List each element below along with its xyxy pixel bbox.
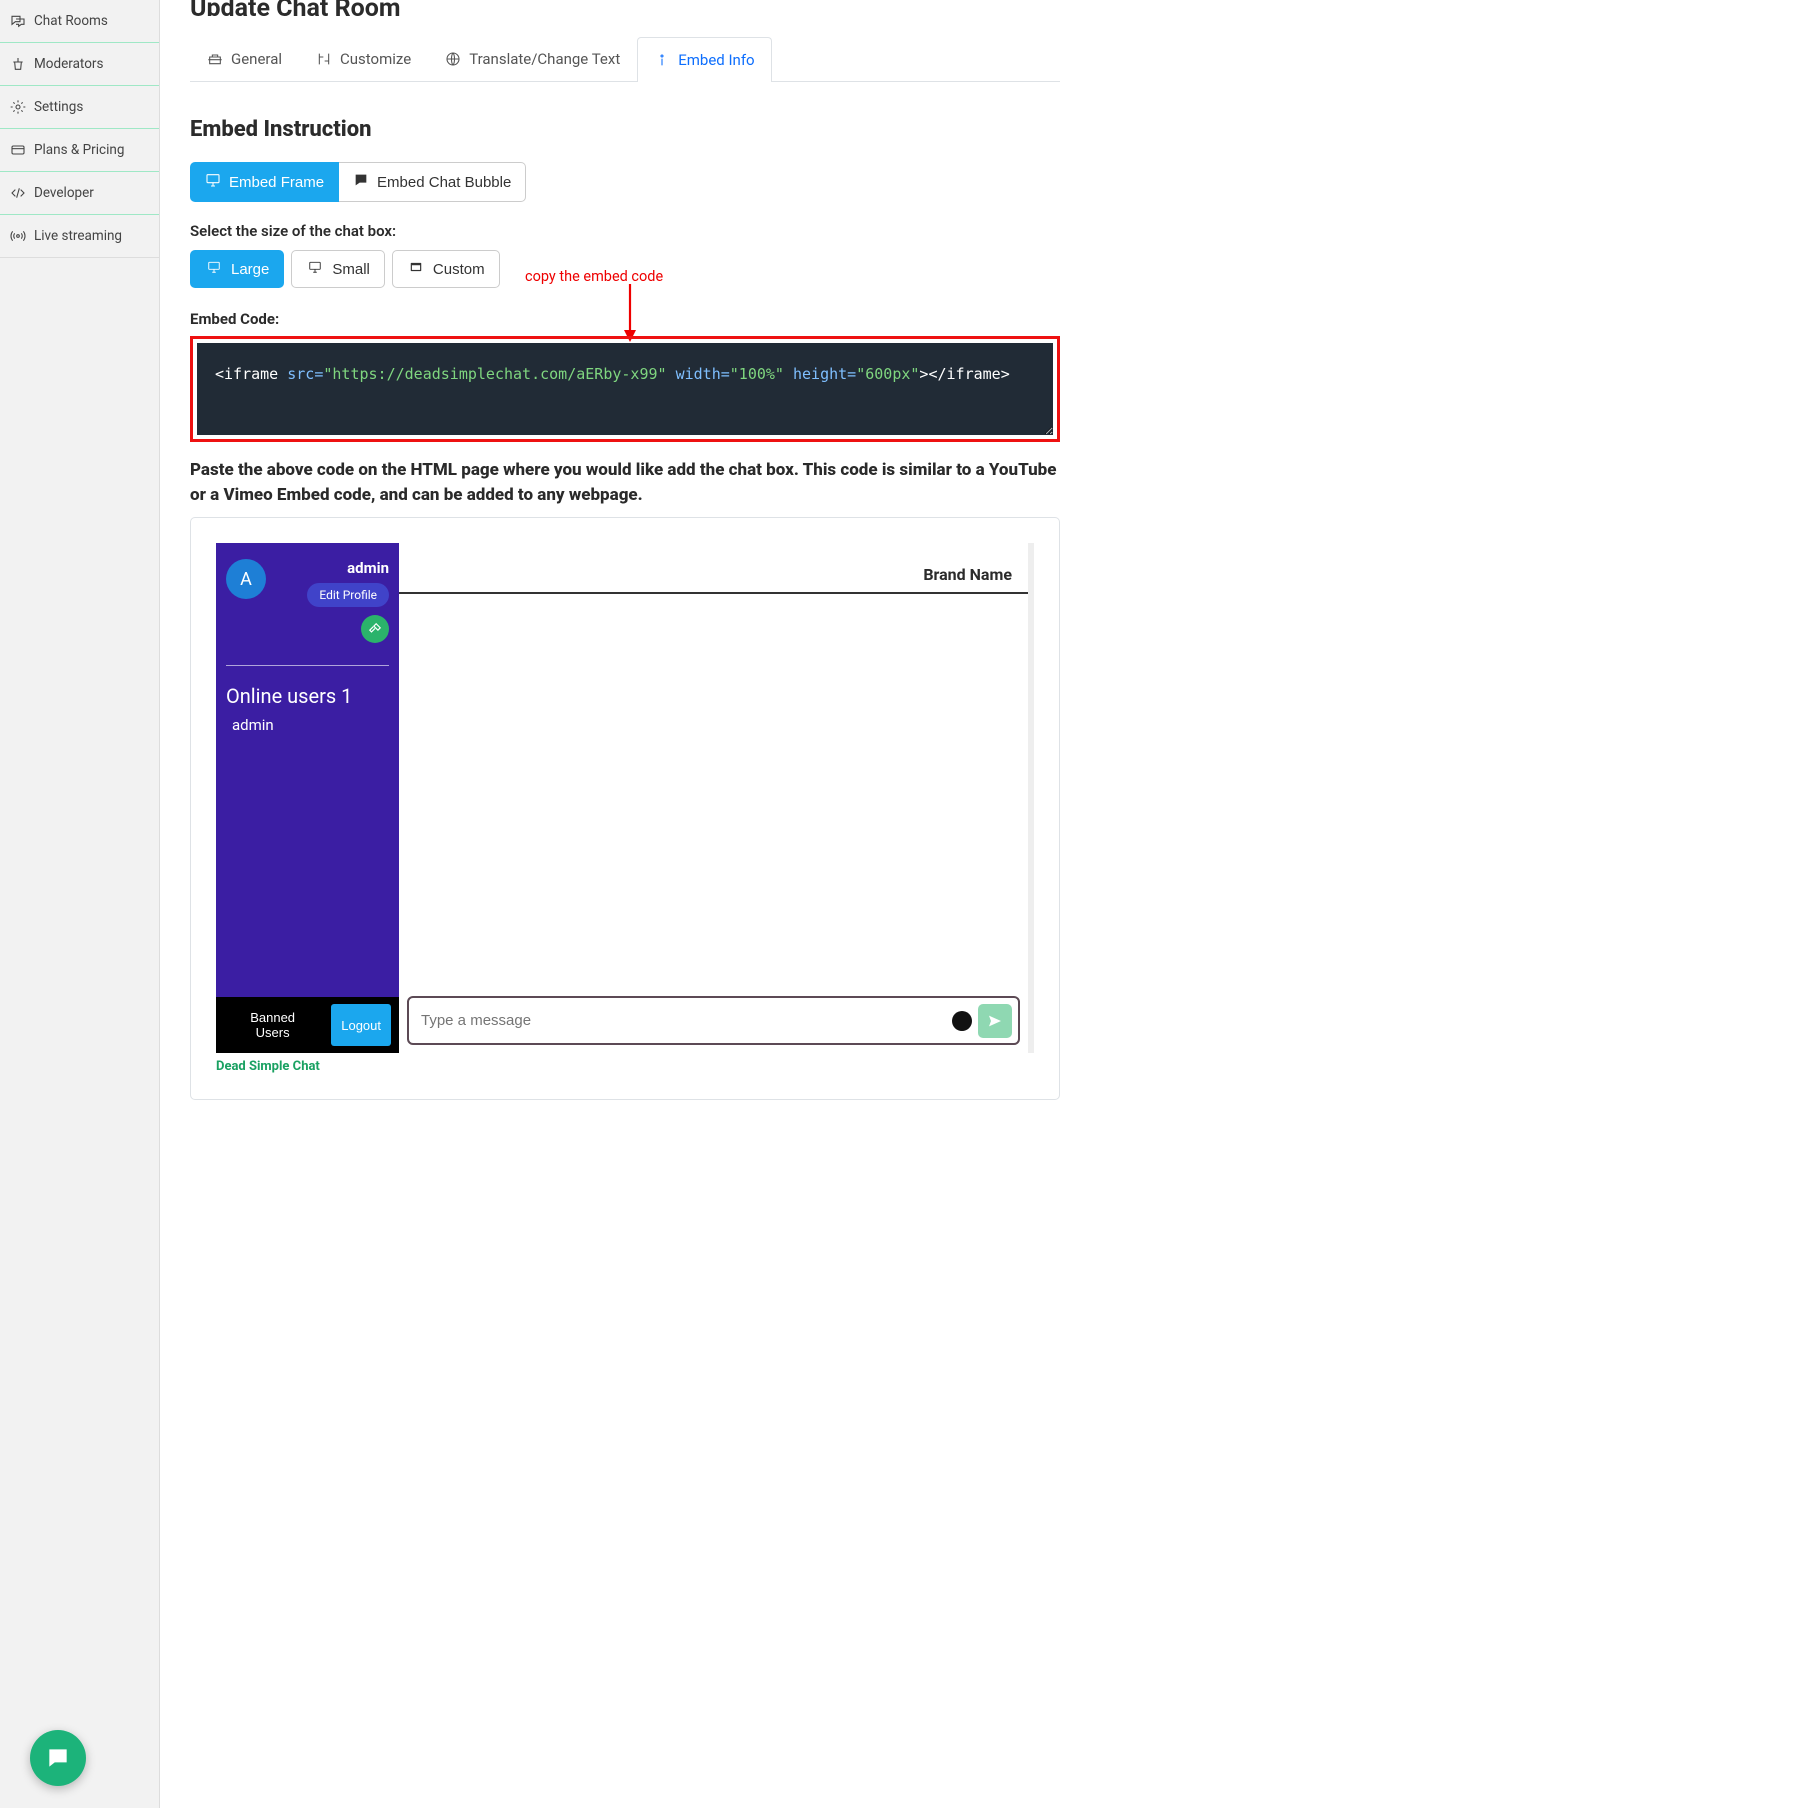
main-content: Update Chat Room General Customize Trans… bbox=[160, 0, 1080, 1808]
info-icon bbox=[654, 52, 670, 68]
edit-profile-button[interactable]: Edit Profile bbox=[307, 583, 389, 607]
sidebar-item-label: Developer bbox=[34, 185, 94, 201]
chat-frame: A admin Edit Profile Online users 1 admi… bbox=[216, 543, 1034, 1053]
tab-label: Translate/Change Text bbox=[469, 50, 620, 68]
monitor-icon bbox=[205, 260, 223, 278]
button-label: Large bbox=[231, 261, 269, 278]
live-icon bbox=[10, 228, 26, 244]
page-title: Update Chat Room bbox=[190, 0, 1060, 16]
embed-instruction-heading: Embed Instruction bbox=[190, 117, 1060, 142]
moderators-icon bbox=[10, 56, 26, 72]
monitor-icon bbox=[205, 172, 221, 192]
tabs: General Customize Translate/Change Text … bbox=[190, 36, 1060, 82]
embed-mode-group: Embed Frame Embed Chat Bubble bbox=[190, 162, 526, 202]
chat-bubble-icon bbox=[353, 172, 369, 192]
customize-icon bbox=[316, 51, 332, 67]
sidebar-item-plans[interactable]: Plans & Pricing bbox=[0, 129, 159, 172]
embed-instruction-text: Paste the above code on the HTML page wh… bbox=[190, 458, 1060, 507]
settings-icon bbox=[10, 99, 26, 115]
sidebar-item-label: Live streaming bbox=[34, 228, 122, 244]
sidebar-item-label: Plans & Pricing bbox=[34, 142, 124, 158]
embed-frame-button[interactable]: Embed Frame bbox=[190, 162, 339, 202]
tab-label: Embed Info bbox=[678, 51, 754, 69]
size-group: Large Small Custom bbox=[190, 250, 507, 288]
tab-general[interactable]: General bbox=[190, 36, 299, 81]
embed-bubble-button[interactable]: Embed Chat Bubble bbox=[339, 162, 526, 202]
avatar-letter: A bbox=[240, 569, 252, 590]
button-label: Custom bbox=[433, 261, 485, 278]
sidebar-item-settings[interactable]: Settings bbox=[0, 86, 159, 129]
window-icon bbox=[407, 260, 425, 278]
sidebar-item-developer[interactable]: Developer bbox=[0, 172, 159, 215]
tab-customize[interactable]: Customize bbox=[299, 36, 428, 81]
translate-icon bbox=[445, 51, 461, 67]
send-button[interactable] bbox=[978, 1004, 1012, 1038]
annotation-text: copy the embed code bbox=[525, 268, 663, 285]
size-small-button[interactable]: Small bbox=[291, 250, 385, 288]
brand-link[interactable]: Dead Simple Chat bbox=[216, 1059, 1034, 1074]
banned-users-button[interactable]: Banned Users bbox=[224, 1004, 321, 1046]
sidebar-item-moderators[interactable]: Moderators bbox=[0, 43, 159, 86]
chat-message-input[interactable] bbox=[415, 1002, 946, 1039]
chat-brand-title: Brand Name bbox=[399, 543, 1028, 594]
avatar: A bbox=[226, 559, 266, 599]
embed-code-textarea[interactable]: <iframe src="https://deadsimplechat.com/… bbox=[197, 343, 1053, 435]
logout-button[interactable]: Logout bbox=[331, 1004, 391, 1046]
emoji-icon[interactable] bbox=[952, 1011, 972, 1031]
chat-main: Brand Name bbox=[399, 543, 1028, 1053]
button-label: Small bbox=[332, 261, 370, 278]
chat-username: admin bbox=[276, 559, 389, 577]
online-users-heading: Online users 1 bbox=[216, 684, 399, 708]
embed-code-box: <iframe src="https://deadsimplechat.com/… bbox=[190, 336, 1060, 442]
tab-embed-info[interactable]: Embed Info bbox=[637, 37, 771, 82]
plans-icon bbox=[10, 142, 26, 158]
monitor-icon bbox=[306, 260, 324, 278]
tools-icon[interactable] bbox=[361, 615, 389, 643]
divider bbox=[226, 665, 389, 666]
sidebar-item-chat-rooms[interactable]: Chat Rooms bbox=[0, 0, 159, 43]
help-fab[interactable] bbox=[30, 1730, 86, 1786]
sidebar-item-label: Chat Rooms bbox=[34, 13, 108, 29]
button-label: Embed Chat Bubble bbox=[377, 174, 511, 191]
chat-sidebar: A admin Edit Profile Online users 1 admi… bbox=[216, 543, 399, 1053]
chat-input-box bbox=[407, 996, 1020, 1045]
size-large-button[interactable]: Large bbox=[190, 250, 284, 288]
sidebar: Chat Rooms Moderators Settings Plans & P… bbox=[0, 0, 160, 1808]
sidebar-item-label: Moderators bbox=[34, 56, 103, 72]
chat-sidebar-footer: Banned Users Logout bbox=[216, 997, 399, 1053]
online-user-item: admin bbox=[216, 708, 399, 734]
sidebar-item-label: Settings bbox=[34, 99, 83, 115]
tab-translate[interactable]: Translate/Change Text bbox=[428, 36, 637, 81]
button-label: Embed Frame bbox=[229, 174, 324, 191]
tab-label: General bbox=[231, 50, 282, 68]
size-label: Select the size of the chat box: bbox=[190, 222, 1060, 240]
sidebar-item-live[interactable]: Live streaming bbox=[0, 215, 159, 258]
size-custom-button[interactable]: Custom bbox=[392, 250, 500, 288]
chat-preview-card: A admin Edit Profile Online users 1 admi… bbox=[190, 517, 1060, 1100]
chat-rooms-icon bbox=[10, 13, 26, 29]
chat-messages-area bbox=[399, 594, 1028, 996]
developer-icon bbox=[10, 185, 26, 201]
toolbox-icon bbox=[207, 51, 223, 67]
tab-label: Customize bbox=[340, 50, 411, 68]
